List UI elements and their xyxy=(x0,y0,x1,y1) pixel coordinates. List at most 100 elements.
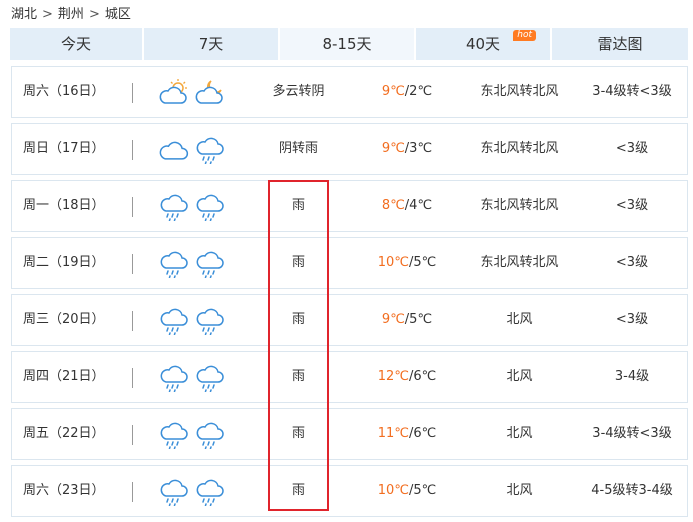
weather-icons xyxy=(158,307,228,335)
day-date: 周六（23日） xyxy=(23,483,105,498)
wind-level: 3-4级 xyxy=(614,369,650,384)
rain-icon xyxy=(196,365,224,392)
rain-icon xyxy=(196,194,224,221)
breadcrumb-separator: > xyxy=(42,7,53,22)
weather-desc: 雨 xyxy=(291,483,305,498)
weather-icons xyxy=(158,364,228,392)
divider xyxy=(132,83,133,103)
temperature: 9℃/3℃ xyxy=(367,124,447,174)
weather-icons xyxy=(158,421,228,449)
weather-desc: 雨 xyxy=(291,198,305,213)
tab-5[interactable]: 雷达图 xyxy=(552,28,688,60)
divider xyxy=(132,311,133,331)
temp-low: /5℃ xyxy=(408,255,437,270)
temperature: 9℃/2℃ xyxy=(367,67,447,117)
temp-high: 8℃ xyxy=(381,198,405,213)
forecast-day-row: 周三（20日） 雨 9℃/5℃ 北风 <3级 xyxy=(11,294,688,346)
rain-icon xyxy=(196,137,224,164)
temperature: 8℃/4℃ xyxy=(367,181,447,231)
rain-icon xyxy=(160,308,188,335)
breadcrumb: 湖北 > 荆州 > 城区 xyxy=(11,6,131,24)
breadcrumb-separator: > xyxy=(88,7,100,22)
tab-3[interactable]: 8-15天 xyxy=(280,28,416,60)
weather-desc: 多云转阴 xyxy=(272,84,325,99)
temperature: 10℃/5℃ xyxy=(367,238,447,288)
temp-low: /3℃ xyxy=(404,141,433,156)
rain-icon xyxy=(196,308,224,335)
rain-icon xyxy=(160,422,188,449)
wind-level: <3级 xyxy=(615,312,649,327)
wind-direction: 北风 xyxy=(506,369,533,384)
forecast-day-row: 周五（22日） 雨 11℃/6℃ 北风 3-4级转<3级 xyxy=(11,408,688,460)
rain-icon xyxy=(160,365,188,392)
forecast-day-row: 周一（18日） 雨 8℃/4℃ 东北风转北风 <3级 xyxy=(11,180,688,232)
day-date: 周一（18日） xyxy=(23,198,105,213)
weather-desc: 雨 xyxy=(291,369,305,384)
temp-high: 10℃ xyxy=(377,483,409,498)
day-date: 周五（22日） xyxy=(23,426,105,441)
wind-level: 3-4级转<3级 xyxy=(592,426,672,441)
wind-direction: 东北风转北风 xyxy=(480,84,559,99)
rain-icon xyxy=(160,194,188,221)
forecast-day-row: 周六（23日） 雨 10℃/5℃ 北风 4-5级转3-4级 xyxy=(11,465,688,517)
tab-2[interactable]: 7天 xyxy=(144,28,280,60)
temperature: 11℃/6℃ xyxy=(367,409,447,459)
wind-direction: 东北风转北风 xyxy=(480,141,559,156)
divider xyxy=(132,368,133,388)
day-date: 周四（21日） xyxy=(23,369,105,384)
temp-high: 9℃ xyxy=(381,312,405,327)
wind-direction: 东北风转北风 xyxy=(480,255,559,270)
day-date: 周三（20日） xyxy=(23,312,105,327)
temperature: 10℃/5℃ xyxy=(367,466,447,516)
weather-icons xyxy=(158,478,228,506)
temp-high: 9℃ xyxy=(381,84,405,99)
wind-level: <3级 xyxy=(615,141,649,156)
temp-high: 12℃ xyxy=(377,369,409,384)
breadcrumb-city[interactable]: 荆州 xyxy=(58,7,84,22)
breadcrumb-district: 城区 xyxy=(104,7,131,22)
divider xyxy=(132,140,133,160)
weather-icons xyxy=(158,193,228,221)
weather-desc: 阴转雨 xyxy=(278,141,318,156)
wind-direction: 北风 xyxy=(506,312,533,327)
day-date: 周六（16日） xyxy=(23,84,105,99)
wind-level: 4-5级转3-4级 xyxy=(591,483,673,498)
temp-low: /5℃ xyxy=(404,312,433,327)
hot-badge: hot xyxy=(513,30,536,41)
divider xyxy=(132,254,133,274)
tab-label: 雷达图 xyxy=(597,35,643,53)
wind-direction: 北风 xyxy=(506,483,533,498)
forecast-day-row: 周六（16日） 多云转阴 9℃/2℃ 东北风转北风 3-4级转<3级 xyxy=(11,66,688,118)
weather-desc: 雨 xyxy=(291,255,305,270)
rain-icon xyxy=(196,251,224,278)
temperature: 9℃/5℃ xyxy=(367,295,447,345)
temp-low: /2℃ xyxy=(404,84,433,99)
rain-icon xyxy=(196,479,224,506)
wind-direction: 东北风转北风 xyxy=(480,198,559,213)
rain-icon xyxy=(160,251,188,278)
weather-icons xyxy=(158,79,228,107)
temp-high: 9℃ xyxy=(381,141,405,156)
wind-level: <3级 xyxy=(615,198,649,213)
tab-1[interactable]: 今天 xyxy=(10,28,144,60)
temp-high: 11℃ xyxy=(377,426,409,441)
temp-low: /6℃ xyxy=(408,426,437,441)
forecast-day-row: 周二（19日） 雨 10℃/5℃ 东北风转北风 <3级 xyxy=(11,237,688,289)
weather-desc: 雨 xyxy=(291,426,305,441)
forecast-day-row: 周四（21日） 雨 12℃/6℃ 北风 3-4级 xyxy=(11,351,688,403)
wind-level: <3级 xyxy=(615,255,649,270)
divider xyxy=(132,197,133,217)
temp-low: /4℃ xyxy=(404,198,433,213)
partly-cloudy-icon xyxy=(159,79,187,104)
forecast-list: 周六（16日） 多云转阴 9℃/2℃ 东北风转北风 3-4级转<3级 周日（17日） 阴转雨… xyxy=(11,66,688,522)
temperature: 12℃/6℃ xyxy=(367,352,447,402)
breadcrumb-province[interactable]: 湖北 xyxy=(11,7,37,22)
temp-high: 10℃ xyxy=(377,255,409,270)
tab-4[interactable]: 40天 hot xyxy=(416,28,552,60)
weather-icons xyxy=(158,250,228,278)
temp-low: /6℃ xyxy=(408,369,437,384)
cloudy-icon xyxy=(159,141,189,160)
temp-low: /5℃ xyxy=(408,483,437,498)
divider xyxy=(132,482,133,502)
tab-label: 8-15天 xyxy=(322,35,372,53)
